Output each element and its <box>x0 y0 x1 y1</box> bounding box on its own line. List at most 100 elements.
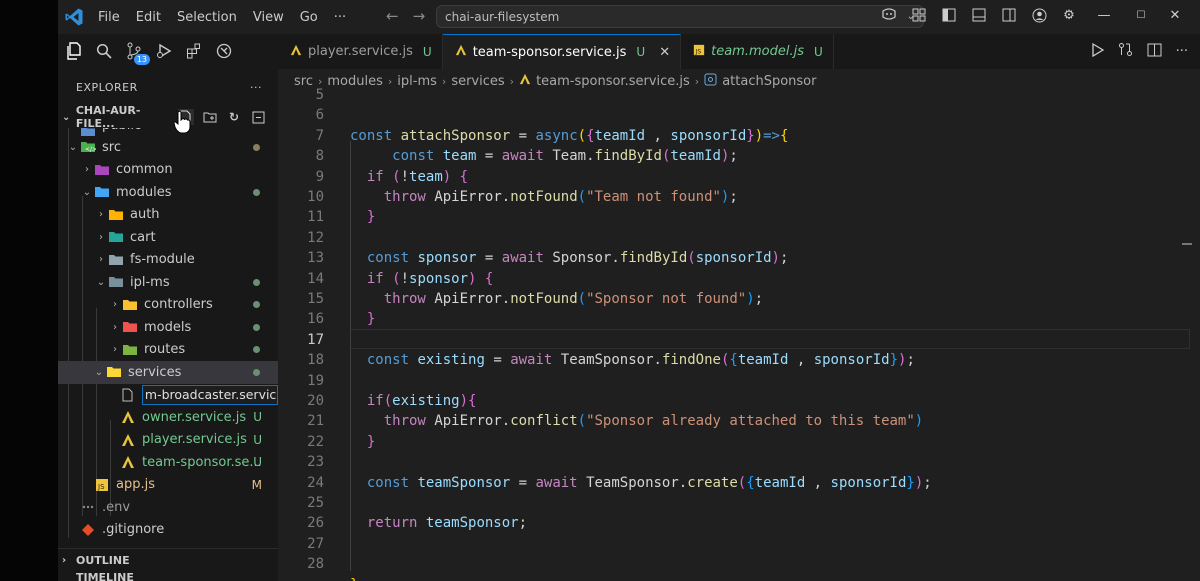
line-number: 21 <box>307 413 324 430</box>
tree-row-controllers[interactable]: › controllers <box>58 294 278 317</box>
tab-team-sponsor-service[interactable]: team-sponsor.service.js U ✕ <box>442 34 682 69</box>
tab-player-service[interactable]: player.service.js U <box>278 34 443 69</box>
code-line: const team = await Team.findById(teamId)… <box>392 148 738 165</box>
toggle-panel-icon[interactable] <box>970 6 988 24</box>
menu-file[interactable]: File <box>98 10 120 25</box>
timeline-section[interactable]: TIMELINE <box>58 571 278 581</box>
menu-edit[interactable]: Edit <box>136 10 161 25</box>
customize-layout-icon[interactable] <box>910 6 928 24</box>
line-number: 19 <box>307 372 324 389</box>
tree-row-routes[interactable]: › routes <box>58 339 278 362</box>
menu-view[interactable]: View <box>253 10 284 25</box>
account-icon[interactable] <box>1030 6 1048 24</box>
folder-controllers-icon <box>122 298 138 312</box>
toggle-primary-sidebar-icon[interactable] <box>940 6 958 24</box>
tree-row-gitignore[interactable]: .gitignore <box>58 519 278 542</box>
screen-border <box>0 0 58 581</box>
collapse-all-icon[interactable] <box>250 109 266 125</box>
tree-row-common[interactable]: › common <box>58 159 278 182</box>
breadcrumb-modules[interactable]: modules <box>327 74 383 89</box>
menu-go[interactable]: Go <box>300 10 318 25</box>
more-actions-icon[interactable]: ··· <box>1176 44 1188 59</box>
settings-gear-icon[interactable]: ⚙ <box>1060 6 1078 24</box>
tree-row-src[interactable]: ⌄ </> src <box>58 136 278 159</box>
tree-row-cart[interactable]: › cart <box>58 226 278 249</box>
untracked-dot <box>253 301 260 309</box>
refresh-icon[interactable]: ↻ <box>226 109 242 125</box>
tree-label: services <box>128 364 182 380</box>
split-editor-icon[interactable] <box>1147 43 1162 61</box>
svg-text:JS: JS <box>97 483 105 491</box>
code-line: } <box>366 311 376 328</box>
remote-explorer-icon[interactable] <box>214 41 234 61</box>
folder-src-icon: </> <box>80 140 96 154</box>
code-line: if(existing){ <box>366 393 477 409</box>
line-number: 10 <box>307 189 324 205</box>
extensions-icon[interactable] <box>184 41 204 61</box>
run-file-icon[interactable] <box>1091 42 1104 61</box>
run-debug-icon[interactable] <box>154 41 174 61</box>
rename-input[interactable]: m-broadcaster.serviced <box>141 384 278 405</box>
toggle-secondary-sidebar-icon[interactable] <box>1000 6 1018 24</box>
menu-selection[interactable]: Selection <box>177 10 237 25</box>
tree-label: common <box>116 162 173 178</box>
command-center-search[interactable]: chai-aur-filesystem ⌄ <box>436 5 924 28</box>
tree-row-modules[interactable]: ⌄ modules <box>58 181 278 204</box>
file-tree: public ⌄ </> src › common ⌄ modules › <box>58 128 278 541</box>
tree-row-services[interactable]: ⌄ services <box>58 361 278 384</box>
forward-arrow-icon[interactable]: → <box>413 7 426 25</box>
line-number: 24 <box>307 474 324 491</box>
explorer-more-icon[interactable]: ··· <box>250 81 262 94</box>
outline-section[interactable]: › OUTLINE <box>58 549 278 571</box>
folder-modules-icon <box>94 185 110 199</box>
line-number: 16 <box>307 311 324 328</box>
code-editor[interactable]: 5 6 7 8 9 10 11 12 13 14 15 16 17 18 19 … <box>278 87 1200 581</box>
workspace-root[interactable]: ⌄ CHAI-AUR-FILE... ↻ <box>58 104 278 130</box>
compare-changes-icon[interactable] <box>1118 42 1133 61</box>
tab-team-model[interactable]: JS team.model.js U <box>681 34 834 69</box>
folder-fs-module-icon <box>108 253 124 267</box>
tree-row-models[interactable]: › models <box>58 316 278 339</box>
new-folder-icon[interactable] <box>202 109 218 125</box>
tree-row-ipl-ms[interactable]: ⌄ ipl-ms <box>58 271 278 294</box>
breadcrumb-services[interactable]: services <box>451 74 504 89</box>
untracked-dot <box>253 323 260 331</box>
editor-tabs: player.service.js U team-sponsor.service… <box>278 34 1200 69</box>
code-line: } <box>366 209 376 226</box>
tree-row-env[interactable]: .env <box>58 496 278 519</box>
tree-row-auth[interactable]: › auth <box>58 204 278 227</box>
angular-file-icon <box>120 455 136 469</box>
tab-git-status: U <box>636 45 646 59</box>
breadcrumb-symbol[interactable]: attachSponsor <box>722 74 816 89</box>
breadcrumb-file[interactable]: team-sponsor.service.js <box>536 74 690 89</box>
line-number: 15 <box>307 291 324 307</box>
line-number: 7 <box>315 127 324 144</box>
tab-close-icon[interactable]: ✕ <box>659 45 670 60</box>
menu-more[interactable]: ··· <box>334 10 346 25</box>
chevron-right-icon: › <box>694 74 700 88</box>
tree-row-fs-module[interactable]: › fs-module <box>58 249 278 272</box>
tree-row-public[interactable]: public <box>58 128 278 136</box>
source-control-icon[interactable]: 13 <box>124 41 150 65</box>
tree-row-app-js[interactable]: JS app.js M <box>58 474 278 497</box>
close-icon[interactable]: ✕ <box>1164 6 1186 24</box>
folder-ipl-ms-icon <box>108 275 124 289</box>
tree-row-team-sponsor-service[interactable]: team-sponsor.se... U <box>58 451 278 474</box>
current-line-highlight <box>350 329 1190 349</box>
maximize-icon[interactable]: ☐ <box>1130 6 1152 24</box>
editor-actions: ··· <box>1091 34 1200 69</box>
tree-row-player-service[interactable]: player.service.js U <box>58 429 278 452</box>
search-icon[interactable] <box>94 41 114 61</box>
back-arrow-icon[interactable]: ← <box>386 7 399 25</box>
tree-label: .env <box>102 499 131 515</box>
breadcrumb-ipl-ms[interactable]: ipl-ms <box>397 74 437 89</box>
tab-label: team-sponsor.service.js <box>472 44 627 60</box>
line-number: 9 <box>315 168 324 185</box>
tree-label: modules <box>116 184 172 200</box>
tree-row-owner-service[interactable]: owner.service.js U <box>58 406 278 429</box>
copilot-icon[interactable] <box>881 7 897 26</box>
untracked-dot <box>253 278 260 286</box>
minimize-icon[interactable]: — <box>1090 6 1118 24</box>
explorer-files-icon[interactable] <box>64 41 84 61</box>
tree-label: auth <box>130 207 160 223</box>
